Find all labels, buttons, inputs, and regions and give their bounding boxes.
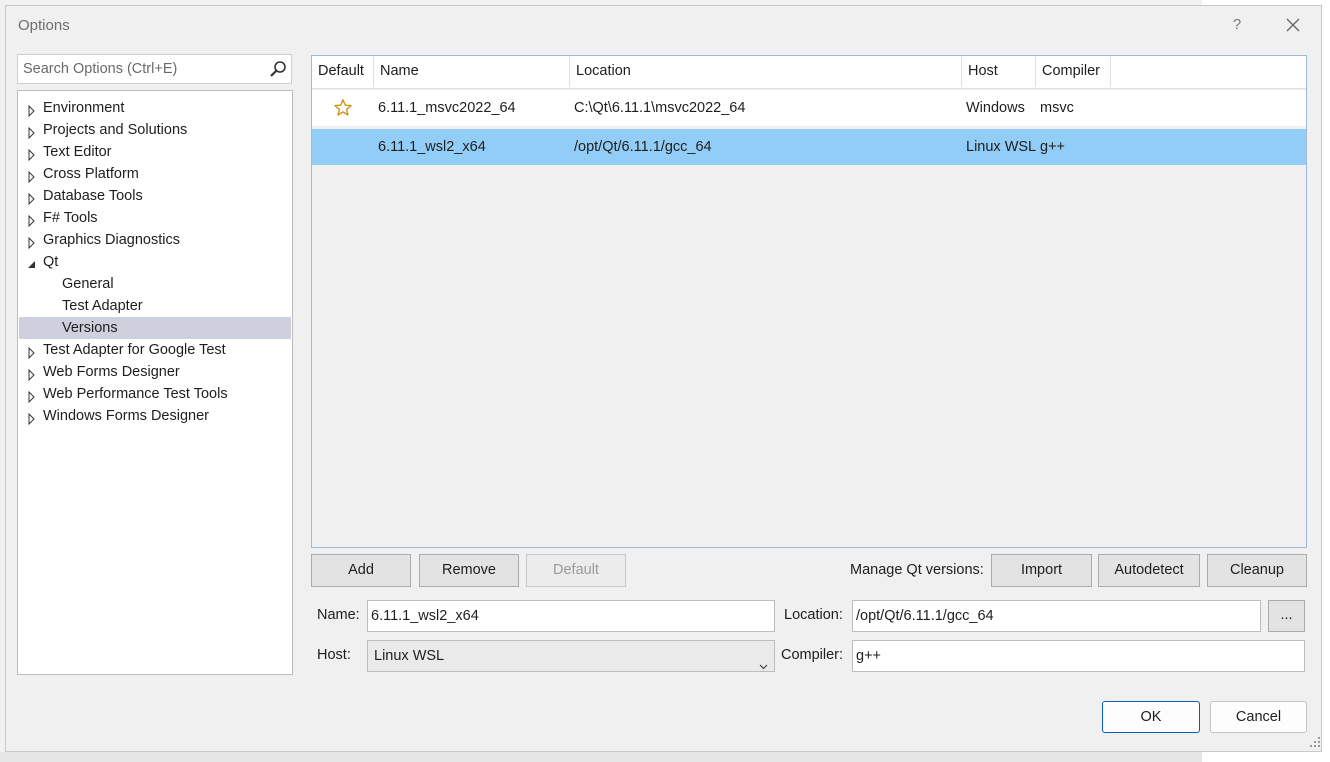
expand-arrow-icon[interactable] (27, 344, 37, 360)
tree-item-label: Test Adapter (62, 298, 143, 314)
column-header-compiler[interactable]: Compiler (1036, 56, 1111, 87)
column-header-location[interactable]: Location (570, 56, 962, 87)
qt-versions-table: Default Name Location Host Compiler 6.11… (311, 55, 1307, 548)
expand-arrow-icon[interactable] (27, 212, 37, 228)
expand-arrow-icon[interactable] (27, 388, 37, 404)
search-icon[interactable] (269, 60, 287, 78)
expand-arrow-icon[interactable] (27, 190, 37, 206)
tree-item-label: Versions (62, 320, 118, 336)
expand-arrow-icon[interactable] (27, 234, 37, 250)
collapse-arrow-icon[interactable] (27, 256, 37, 268)
cell-name: 6.11.1_msvc2022_64 (378, 100, 516, 116)
tree-item-label: Qt (43, 254, 59, 270)
name-field[interactable]: 6.11.1_wsl2_x64 (367, 600, 775, 632)
tree-item-label: Web Performance Test Tools (43, 386, 228, 402)
host-select[interactable]: Linux WSL (367, 640, 775, 672)
help-button[interactable]: ? (1226, 14, 1248, 36)
dialog-title: Options (18, 17, 70, 34)
expand-arrow-icon[interactable] (27, 366, 37, 382)
tree-item-label: Web Forms Designer (43, 364, 180, 380)
cell-location: /opt/Qt/6.11.1/gcc_64 (574, 139, 712, 155)
location-label: Location: (784, 607, 843, 623)
cell-host: Linux WSL (966, 139, 1037, 155)
search-box[interactable] (17, 54, 292, 84)
tree-item-label: Environment (43, 100, 125, 116)
column-header-host[interactable]: Host (962, 56, 1036, 87)
close-icon[interactable] (1282, 14, 1304, 36)
search-input[interactable] (18, 55, 263, 83)
tree-item-label: Test Adapter for Google Test (43, 342, 226, 358)
resize-grip-icon[interactable] (1309, 736, 1321, 748)
default-button[interactable]: Default (526, 554, 626, 587)
manage-versions-label: Manage Qt versions: (850, 562, 984, 578)
expand-arrow-icon[interactable] (27, 410, 37, 426)
column-header-name[interactable]: Name (374, 56, 570, 87)
cell-name: 6.11.1_wsl2_x64 (378, 139, 486, 155)
tree-item-label: General (62, 276, 114, 292)
expand-arrow-icon[interactable] (27, 146, 37, 162)
column-header-default[interactable]: Default (312, 56, 374, 87)
options-tree: Environment Projects and Solutions Text … (17, 90, 293, 675)
tree-item-label: Cross Platform (43, 166, 139, 182)
compiler-field[interactable]: g++ (852, 640, 1305, 672)
tree-item-qt-versions[interactable]: Versions (19, 317, 291, 339)
star-outline-icon[interactable] (333, 98, 353, 118)
compiler-label: Compiler: (781, 647, 844, 663)
host-label: Host: (317, 647, 351, 663)
expand-arrow-icon[interactable] (27, 124, 37, 140)
table-row-selected[interactable]: 6.11.1_wsl2_x64 /opt/Qt/6.11.1/gcc_64 Li… (312, 129, 1306, 165)
remove-button[interactable]: Remove (419, 554, 519, 587)
background-strip (0, 752, 1202, 762)
browse-button[interactable]: ... (1268, 600, 1305, 632)
host-select-value: Linux WSL (374, 648, 445, 664)
location-field[interactable]: /opt/Qt/6.11.1/gcc_64 (852, 600, 1261, 632)
cleanup-button[interactable]: Cleanup (1207, 554, 1307, 587)
cell-location: C:\Qt\6.11.1\msvc2022_64 (574, 100, 746, 116)
cell-compiler: g++ (1040, 139, 1065, 155)
table-row[interactable]: 6.11.1_msvc2022_64 C:\Qt\6.11.1\msvc2022… (312, 90, 1306, 126)
cell-compiler: msvc (1040, 100, 1074, 116)
cell-host: Windows (966, 100, 1025, 116)
import-button[interactable]: Import (991, 554, 1092, 587)
tree-item-label: Database Tools (43, 188, 143, 204)
tree-item-label: Windows Forms Designer (43, 408, 209, 424)
expand-arrow-icon[interactable] (27, 168, 37, 184)
name-label: Name: (317, 607, 360, 623)
tree-item-label: Projects and Solutions (43, 122, 188, 138)
tree-item-label: Graphics Diagnostics (43, 232, 180, 248)
chevron-down-icon[interactable] (759, 652, 768, 670)
expand-arrow-icon[interactable] (27, 102, 37, 118)
tree-item-label: Text Editor (43, 144, 112, 160)
add-button[interactable]: Add (311, 554, 411, 587)
autodetect-button[interactable]: Autodetect (1098, 554, 1200, 587)
table-header: Default Name Location Host Compiler (312, 56, 1306, 89)
cancel-button[interactable]: Cancel (1210, 701, 1307, 733)
options-dialog: Options ? Environment Projects and Solut… (5, 5, 1322, 752)
ok-button[interactable]: OK (1102, 701, 1200, 733)
tree-item-label: F# Tools (43, 210, 98, 226)
